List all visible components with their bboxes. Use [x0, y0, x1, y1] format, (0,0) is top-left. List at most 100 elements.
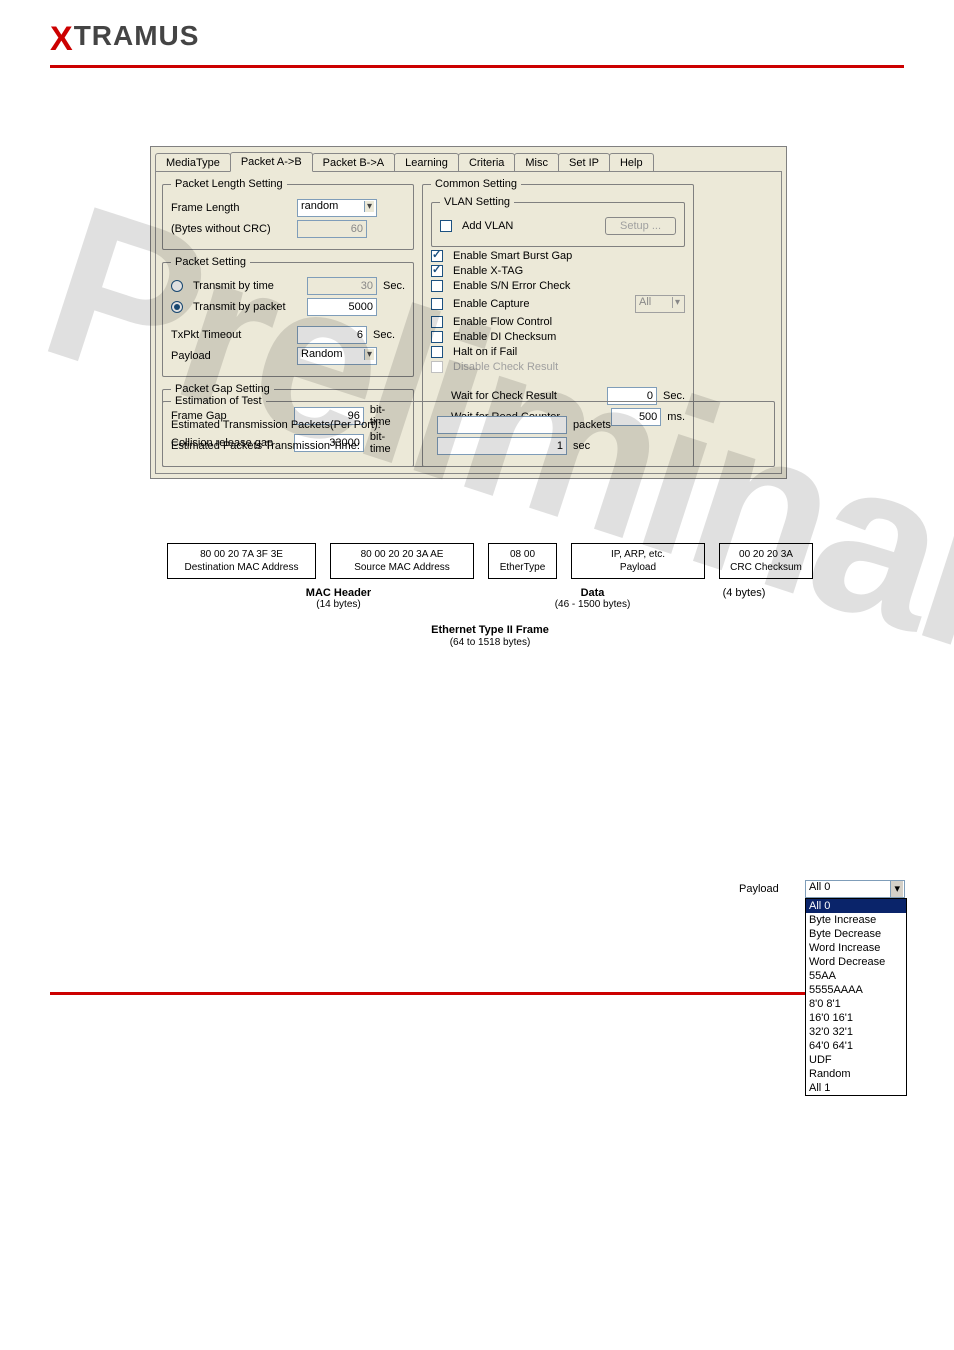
logo-x: X — [50, 20, 74, 59]
dd-label: Payload — [739, 883, 799, 895]
label-halt: Halt on if Fail — [453, 346, 517, 358]
box-crc: 00 20 20 3ACRC Checksum — [719, 543, 813, 579]
dd-opt[interactable]: 8'0 8'1 — [806, 997, 906, 1011]
sub-data: Data(46 - 1500 bytes) — [503, 587, 683, 610]
group-vlan: VLAN Setting Add VLAN Setup ... — [431, 196, 685, 247]
label-disable-result: Disable Check Result — [453, 361, 558, 373]
para-payload-2: In this option, user can specify the for… — [140, 864, 904, 878]
unit-packets: packets — [573, 419, 611, 431]
label-sn-error: Enable S/N Error Check — [453, 280, 570, 292]
label-est-packets: Estimated Transmission Packets(Per Port)… — [171, 419, 431, 431]
heading-packet-length: Packet Length Setting — [94, 506, 236, 522]
dd-opt[interactable]: 16'0 16'1 — [806, 1011, 906, 1025]
dd-opt[interactable]: 5555AAAA — [806, 983, 906, 997]
box-ethertype: 08 00EtherType — [488, 543, 557, 579]
sub-mac-header: MAC Header(14 bytes) — [189, 587, 489, 610]
para-frame-length: Frame Length: Frame length setting of la… — [110, 666, 874, 710]
dd-opt[interactable]: Byte Increase — [806, 913, 906, 927]
label-frame-length: Frame Length — [171, 202, 291, 214]
label-est-time: Estimated Packets Transmission Time: — [171, 440, 431, 452]
check-capture[interactable] — [431, 298, 443, 310]
input-tx-time — [307, 277, 377, 295]
legend-packet-gap: Packet Gap Setting — [171, 383, 274, 395]
check-flow[interactable] — [431, 316, 443, 328]
logo-text: TRAMUS — [74, 20, 200, 52]
label-tx-by-time: Transmit by time — [193, 280, 301, 292]
check-sn-error[interactable] — [431, 280, 443, 292]
tab-misc[interactable]: Misc — [514, 153, 559, 172]
frame-caption: Ethernet Type II Frame(64 to 1518 bytes) — [150, 624, 830, 648]
tab-setip[interactable]: Set IP — [558, 153, 610, 172]
dd-opt[interactable]: Random — [806, 1067, 906, 1081]
tab-packet-ab[interactable]: Packet A->B — [230, 152, 313, 172]
frame-diagram: 80 00 20 7A 3F 3EDestination MAC Address… — [150, 543, 830, 648]
footer-left: Ethernet Test Utility NuApps-2889-RM — [50, 999, 236, 1011]
dd-opt[interactable]: 64'0 64'1 — [806, 1039, 906, 1053]
check-disable-result — [431, 361, 443, 373]
dd-list[interactable]: All 0 Byte Increase Byte Decrease Word I… — [805, 898, 907, 1096]
dd-opt[interactable]: All 0 — [806, 899, 906, 913]
select-frame-length[interactable]: random — [297, 199, 377, 217]
dd-opt[interactable]: Word Decrease — [806, 955, 906, 969]
legend-vlan: VLAN Setting — [440, 196, 514, 208]
legend-packet-setting: Packet Setting — [171, 256, 250, 268]
input-est-packets — [437, 416, 567, 434]
check-smart-burst[interactable] — [431, 250, 443, 262]
header: XTRAMUS — [0, 0, 954, 65]
unit-sec4: sec — [573, 440, 590, 452]
dd-opt[interactable]: 32'0 32'1 — [806, 1025, 906, 1039]
check-xtag[interactable] — [431, 265, 443, 277]
label-txpkt-timeout: TxPkt Timeout — [171, 329, 291, 341]
tab-help[interactable]: Help — [609, 153, 654, 172]
label-di: Enable DI Checksum — [453, 331, 556, 343]
label-flow: Enable Flow Control — [453, 316, 552, 328]
select-payload[interactable]: Random — [297, 347, 377, 365]
tab-criteria[interactable]: Criteria — [458, 153, 515, 172]
payload-dropdown: Payload All 0 All 0 Byte Increase Byte D… — [739, 880, 914, 1096]
label-payload: Payload — [171, 350, 291, 362]
heading-payload: Payload — [94, 795, 146, 811]
group-packet-length: Packet Length Setting Frame Length rando… — [162, 178, 414, 250]
dd-opt[interactable]: 55AA — [806, 969, 906, 983]
heading-packet-ab: 4.2.2. Packet A->B & Packet B->A — [110, 118, 904, 136]
tab-packet-ba[interactable]: Packet B->A — [312, 153, 395, 172]
label-capture: Enable Capture — [453, 298, 529, 310]
bullet-icon: ➢ — [80, 504, 90, 522]
dd-opt[interactable]: UDF — [806, 1053, 906, 1067]
box-src-mac: 80 00 20 20 3A AESource MAC Address — [330, 543, 474, 579]
radio-tx-by-packet[interactable] — [171, 301, 183, 313]
para-frame-length-2: To decide the frame length, choose Fixed… — [110, 725, 874, 769]
label-add-vlan: Add VLAN — [462, 220, 513, 232]
tab-bar: MediaType Packet A->B Packet B->A Learni… — [151, 147, 786, 171]
dd-select[interactable]: All 0 — [805, 880, 905, 898]
check-di[interactable] — [431, 331, 443, 343]
tab-mediatype[interactable]: MediaType — [155, 153, 231, 172]
dd-opt[interactable]: Word Increase — [806, 941, 906, 955]
check-add-vlan[interactable] — [440, 220, 452, 232]
para-payload-1: Payload is the data you want to transmit… — [140, 824, 904, 852]
tab-learning[interactable]: Learning — [394, 153, 459, 172]
box-payload: IP, ARP, etc.Payload — [571, 543, 705, 579]
sub-crc-bytes: (4 bytes) — [697, 587, 792, 610]
bullet-icon: ➢ — [80, 793, 90, 811]
input-tx-packet[interactable] — [307, 298, 377, 316]
input-timeout[interactable] — [297, 326, 367, 344]
dd-opt[interactable]: Byte Decrease — [806, 927, 906, 941]
bullet-icon: ➢ — [80, 903, 90, 921]
input-est-time — [437, 437, 567, 455]
label-xtag: Enable X-TAG — [453, 265, 523, 277]
group-estimation: Estimation of Test Estimated Transmissio… — [162, 395, 775, 467]
label-bytes-wo-crc: (Bytes without CRC) — [171, 223, 291, 235]
label-tx-by-packet: Transmit by packet — [193, 301, 301, 313]
button-vlan-setup: Setup ... — [605, 217, 676, 235]
check-halt[interactable] — [431, 346, 443, 358]
legend-common: Common Setting — [431, 178, 521, 190]
unit-sec: Sec. — [383, 280, 405, 292]
label-smart-burst: Enable Smart Burst Gap — [453, 250, 572, 262]
group-packet-setting: Packet Setting Transmit by time Sec. Tra… — [162, 256, 414, 377]
unit-sec2: Sec. — [373, 329, 395, 341]
select-capture-mode: All — [635, 295, 685, 313]
dd-opt[interactable]: All 1 — [806, 1081, 906, 1095]
radio-tx-by-time[interactable] — [171, 280, 183, 292]
legend-estimation: Estimation of Test — [171, 395, 266, 407]
